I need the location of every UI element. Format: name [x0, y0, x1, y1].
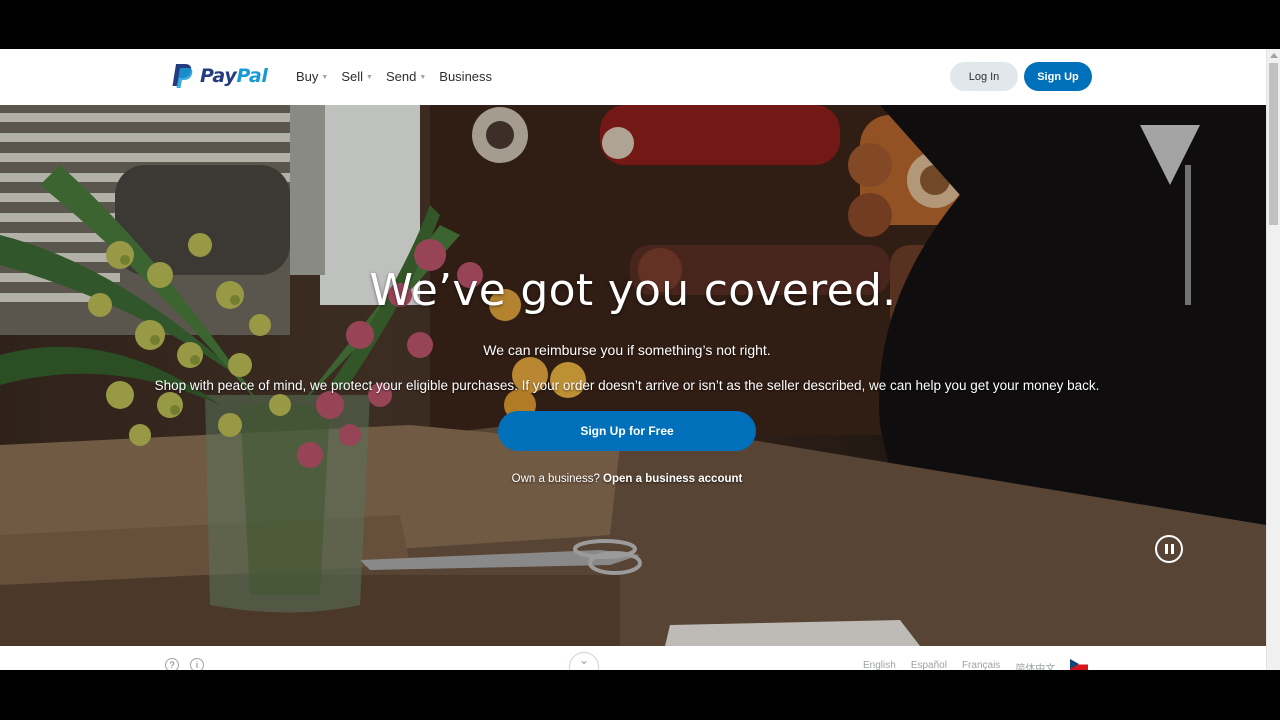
vertical-scrollbar[interactable]	[1266, 49, 1280, 670]
business-account-line: Own a business? Open a business account	[0, 473, 1254, 485]
business-prompt: Own a business?	[511, 473, 600, 485]
chevron-down-icon: ▼	[366, 74, 373, 81]
language-chinese[interactable]: 简体中文	[1015, 660, 1055, 670]
nav-item-business[interactable]: Business	[439, 69, 492, 84]
hero-description: Shop with peace of mind, we protect your…	[154, 378, 1100, 393]
scroll-up-arrow-icon[interactable]	[1270, 53, 1278, 58]
hero-title: We’ve got you covered.	[369, 265, 897, 316]
language-spanish[interactable]: Español	[911, 660, 947, 670]
hero-subtitle: We can reimburse you if something’s not …	[483, 342, 771, 358]
paypal-logo[interactable]: PayPal	[172, 63, 268, 89]
page: PayPal Buy ▼ Sell ▼ Send ▼ Business Log …	[0, 49, 1266, 670]
chevron-down-icon: ▼	[321, 74, 329, 81]
scrollbar-thumb[interactable]	[1269, 63, 1278, 225]
pause-video-button[interactable]	[1155, 535, 1183, 563]
signup-button[interactable]: Sign Up	[1024, 62, 1092, 91]
letterbox-bottom	[0, 670, 1280, 720]
chevron-down-icon[interactable]: ⌄	[569, 652, 599, 670]
footer-strip: ? i ⌄ English Español Français 简体中文	[0, 646, 1266, 670]
nav-item-label: Buy	[296, 69, 319, 84]
hero-background-image	[0, 105, 1266, 646]
czech-flag-icon[interactable]	[1070, 659, 1088, 670]
nav-item-send[interactable]: Send ▼	[386, 69, 426, 84]
logo-wordmark-pal: Pal	[236, 65, 268, 87]
site-header: PayPal Buy ▼ Sell ▼ Send ▼ Business Log …	[0, 49, 1266, 105]
main-nav: Buy ▼ Sell ▼ Send ▼ Business	[296, 69, 492, 84]
pause-icon-bar	[1164, 544, 1168, 554]
language-french[interactable]: Français	[962, 660, 1000, 670]
nav-item-label: Sell	[341, 69, 364, 84]
nav-item-label: Business	[439, 69, 493, 84]
logo-wordmark: PayPal	[200, 65, 268, 87]
chevron-down-icon: ▼	[419, 74, 427, 81]
letterbox-top	[0, 0, 1280, 49]
pause-icon-bar	[1170, 544, 1174, 554]
paypal-logo-icon	[172, 64, 193, 88]
logo-wordmark-pay: Pay	[200, 65, 237, 87]
nav-item-label: Send	[385, 69, 417, 84]
info-icon[interactable]: i	[190, 658, 204, 670]
signup-free-button[interactable]: Sign Up for Free	[498, 411, 756, 451]
help-icon[interactable]: ?	[165, 658, 179, 670]
nav-item-buy[interactable]: Buy ▼	[296, 69, 328, 84]
nav-item-sell[interactable]: Sell ▼	[341, 69, 373, 84]
hero-banner: We’ve got you covered. We can reimburse …	[0, 105, 1266, 646]
login-button[interactable]: Log In	[950, 62, 1018, 91]
language-selector: English Español Français 简体中文	[863, 660, 1055, 670]
open-business-account-link[interactable]: Open a business account	[603, 473, 742, 485]
language-english[interactable]: English	[863, 660, 896, 670]
